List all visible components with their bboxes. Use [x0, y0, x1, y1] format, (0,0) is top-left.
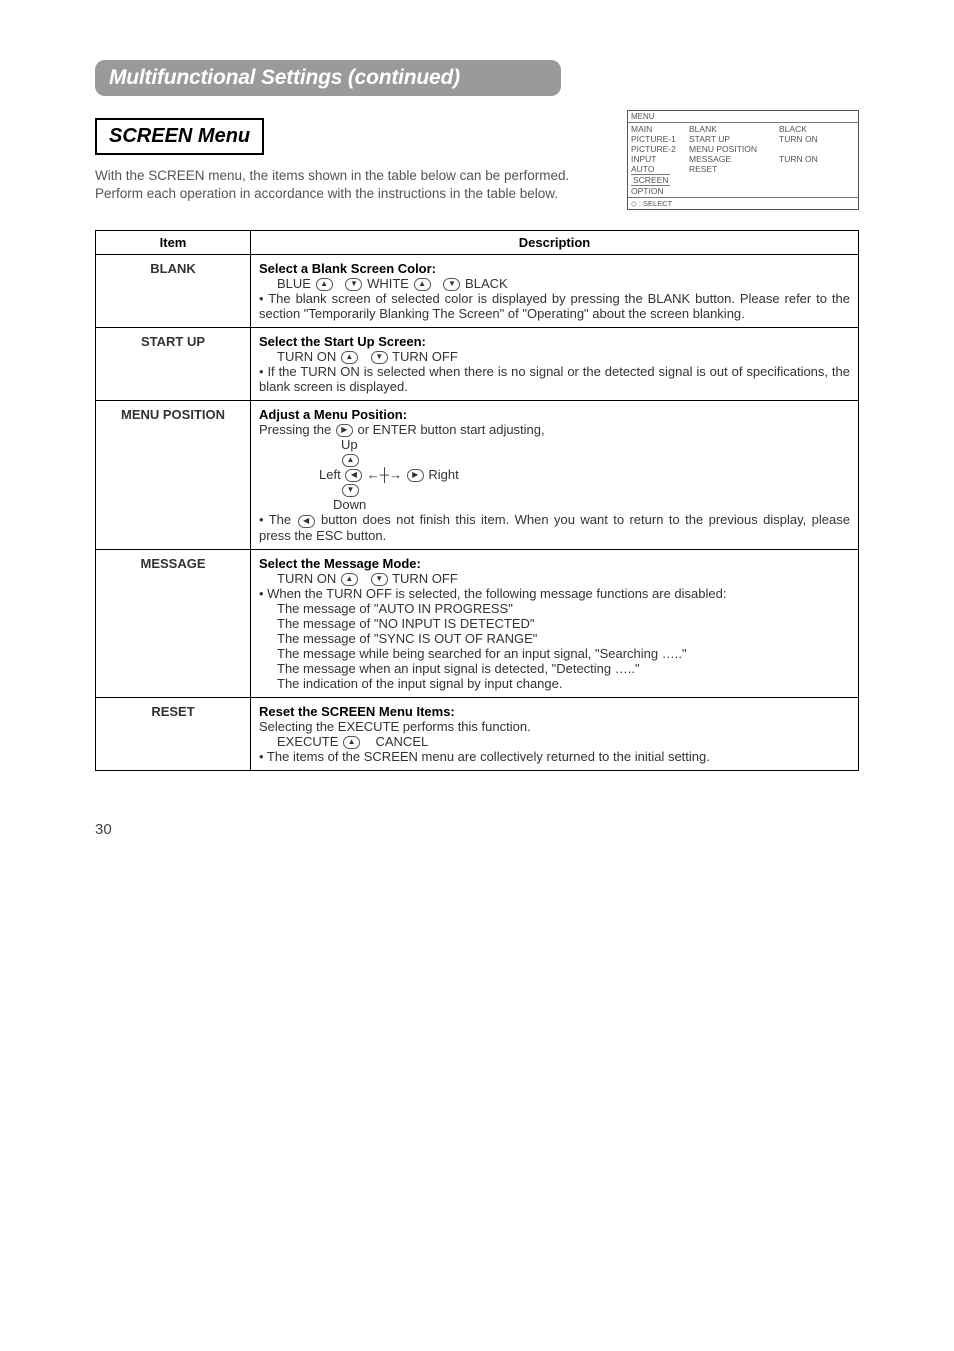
- item-blank: BLANK: [96, 255, 251, 328]
- up-icon: ▲: [341, 351, 358, 364]
- osd-footer: ◇ : SELECT: [628, 197, 858, 209]
- blank-bullet: • The blank screen of selected color is …: [259, 291, 850, 321]
- col-item: Item: [96, 231, 251, 255]
- table-row: RESET Reset the SCREEN Menu Items: Selec…: [96, 697, 859, 770]
- msg-line: The indication of the input signal by in…: [277, 676, 850, 691]
- msg-line: The message of "SYNC IS OUT OF RANGE": [277, 631, 850, 646]
- desc-menupos: Adjust a Menu Position: Pressing the ▶ o…: [251, 401, 859, 549]
- intro-row: SCREEN Menu With the SCREEN menu, the it…: [95, 118, 859, 220]
- osd-header: MENU: [628, 111, 858, 123]
- desc-startup: Select the Start Up Screen: TURN ON ▲ ▼ …: [251, 328, 859, 401]
- osd-body: MAINBLANKBLACK PICTURE-1START UPTURN ON …: [628, 123, 858, 197]
- screen-menu-label: SCREEN Menu: [109, 125, 250, 147]
- right-icon: ▶: [336, 424, 353, 437]
- table-row: START UP Select the Start Up Screen: TUR…: [96, 328, 859, 401]
- table-header-row: Item Description: [96, 231, 859, 255]
- item-message: MESSAGE: [96, 549, 251, 697]
- up-icon: ▲: [343, 736, 360, 749]
- desc-reset: Reset the SCREEN Menu Items: Selecting t…: [251, 697, 859, 770]
- osd-row: MAINBLANKBLACK: [631, 124, 855, 134]
- osd-row: PICTURE-1START UPTURN ON: [631, 134, 855, 144]
- msg-line: The message of "NO INPUT IS DETECTED": [277, 616, 850, 631]
- reset-bullet: • The items of the SCREEN menu are colle…: [259, 749, 710, 764]
- item-startup: START UP: [96, 328, 251, 401]
- osd-row: INPUTMESSAGETURN ON: [631, 154, 855, 164]
- up-icon: ▲: [342, 454, 359, 467]
- table-row: BLANK Select a Blank Screen Color: BLUE …: [96, 255, 859, 328]
- message-head: Select the Message Mode:: [259, 556, 421, 571]
- reset-head: Reset the SCREEN Menu Items:: [259, 704, 455, 719]
- left-icon: ◀: [298, 515, 315, 528]
- down-icon: ▼: [342, 484, 359, 497]
- reset-sel: Selecting the EXECUTE performs this func…: [259, 719, 531, 734]
- osd-row: AUTORESET: [631, 164, 855, 174]
- osd-row: PICTURE-2MENU POSITION: [631, 144, 855, 154]
- settings-table: Item Description BLANK Select a Blank Sc…: [95, 230, 859, 771]
- table-row: MESSAGE Select the Message Mode: TURN ON…: [96, 549, 859, 697]
- intro-paragraph-1: With the SCREEN menu, the items shown in…: [95, 167, 619, 202]
- section-title: Multifunctional Settings (continued): [109, 66, 460, 89]
- right-icon: ▶: [407, 469, 424, 482]
- osd-preview-box: MENU MAINBLANKBLACK PICTURE-1START UPTUR…: [627, 110, 859, 210]
- nav-diagram: Up ▲ Left ◀ ←┼→ ▶ Right ▼ Down: [319, 437, 850, 512]
- down-icon: ▼: [345, 278, 362, 291]
- up-icon: ▲: [341, 573, 358, 586]
- item-reset: RESET: [96, 697, 251, 770]
- up-icon: ▲: [316, 278, 333, 291]
- menupos-bullet: • The ◀ button does not finish this item…: [259, 512, 850, 542]
- table-row: MENU POSITION Adjust a Menu Position: Pr…: [96, 401, 859, 549]
- item-menupos: MENU POSITION: [96, 401, 251, 549]
- left-icon: ◀: [345, 469, 362, 482]
- page-number: 30: [95, 821, 859, 838]
- message-bullet1: • When the TURN OFF is selected, the fol…: [259, 586, 850, 601]
- section-title-bar: Multifunctional Settings (continued): [95, 60, 561, 96]
- down-icon: ▼: [371, 351, 388, 364]
- page: Multifunctional Settings (continued) SCR…: [0, 0, 954, 878]
- down-icon: ▼: [443, 278, 460, 291]
- startup-head: Select the Start Up Screen:: [259, 334, 426, 349]
- up-icon: ▲: [414, 278, 431, 291]
- osd-row: OPTION: [631, 186, 855, 196]
- desc-message: Select the Message Mode: TURN ON ▲ ▼ TUR…: [251, 549, 859, 697]
- intro-left: SCREEN Menu With the SCREEN menu, the it…: [95, 118, 619, 220]
- menupos-head: Adjust a Menu Position:: [259, 407, 407, 422]
- startup-bullet: • If the TURN ON is selected when there …: [259, 364, 850, 394]
- msg-line: The message when an input signal is dete…: [277, 661, 850, 676]
- msg-line: The message while being searched for an …: [277, 646, 850, 661]
- col-description: Description: [251, 231, 859, 255]
- desc-blank: Select a Blank Screen Color: BLUE ▲ ▼ WH…: [251, 255, 859, 328]
- osd-row: SCREEN: [631, 174, 855, 186]
- down-icon: ▼: [371, 573, 388, 586]
- blank-head: Select a Blank Screen Color:: [259, 261, 436, 276]
- screen-menu-heading: SCREEN Menu: [95, 118, 264, 155]
- msg-line: The message of "AUTO IN PROGRESS": [277, 601, 850, 616]
